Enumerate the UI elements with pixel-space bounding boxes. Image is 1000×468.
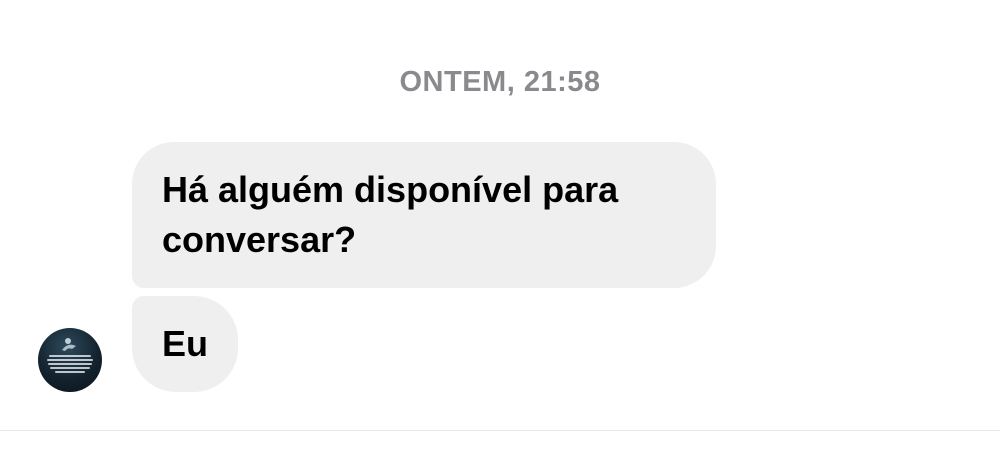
chat-screen: ONTEM, 21:58 Há alguém disponível para c… xyxy=(0,0,1000,468)
avatar[interactable] xyxy=(38,328,102,392)
message-bubble[interactable]: Há alguém disponível para conversar? xyxy=(132,142,716,288)
divider xyxy=(0,430,1000,431)
message-timestamp: ONTEM, 21:58 xyxy=(399,66,601,98)
message-text: Eu xyxy=(162,323,209,364)
message-text: Há alguém disponível para conversar? xyxy=(162,169,619,260)
message-bubble[interactable]: Eu xyxy=(132,296,238,392)
profile-picture-icon xyxy=(47,338,93,373)
